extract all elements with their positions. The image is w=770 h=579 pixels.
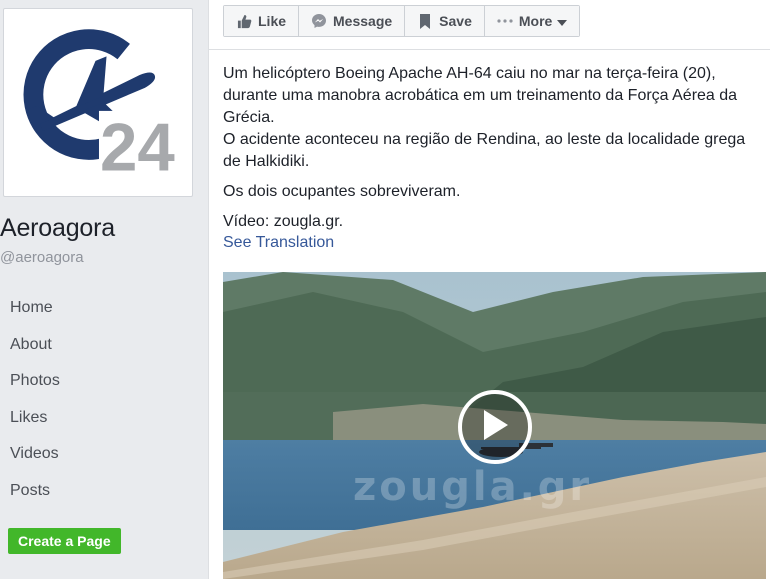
post-line: durante uma manobra acrobática em um tre… [223,87,738,104]
aeroagora-logo: 24 [7,12,189,193]
post-line: Grécia. [223,109,275,126]
ellipsis-icon [497,13,513,29]
more-button[interactable]: More [484,6,580,36]
play-icon [482,409,508,445]
page-nav: Home About Photos Likes Videos Posts [0,290,200,510]
nav-item-home[interactable]: Home [0,290,200,327]
play-button[interactable] [458,390,532,464]
more-label: More [518,13,553,29]
like-label: Like [258,13,287,29]
video-player[interactable]: zougla.gr [223,272,766,579]
post-paragraph-1: Um helicóptero Boeing Apache AH-64 caiu … [223,63,758,173]
post-paragraph-2: Os dois ocupantes sobreviveram. [223,183,461,200]
nav-item-likes[interactable]: Likes [0,400,200,437]
message-button[interactable]: Message [299,6,406,36]
see-translation-link[interactable]: See Translation [223,234,334,252]
post-line: O acidente aconteceu na região de Rendin… [223,131,746,148]
post-paragraph-3: Vídeo: zougla.gr. [223,213,344,230]
action-button-group: Like Message Save More [223,5,581,37]
svg-text:24: 24 [100,110,175,185]
post-text: Um helicóptero Boeing Apache AH-64 caiu … [223,63,758,233]
save-label: Save [439,13,472,29]
nav-item-photos[interactable]: Photos [0,363,200,400]
message-label: Message [333,13,393,29]
like-button[interactable]: Like [224,6,300,36]
page-name[interactable]: Aeroagora [0,214,115,243]
create-page-button[interactable]: Create a Page [8,528,121,554]
page-handle[interactable]: @aeroagora [0,249,84,266]
thumbs-up-icon [236,13,252,29]
nav-item-posts[interactable]: Posts [0,473,200,510]
nav-item-videos[interactable]: Videos [0,436,200,473]
profile-picture[interactable]: 24 [3,8,193,197]
save-button[interactable]: Save [405,6,485,36]
page-action-bar: Like Message Save More [209,0,770,50]
left-column: 24 Aeroagora @aeroagora Home About Photo… [0,0,200,579]
post-line: Um helicóptero Boeing Apache AH-64 caiu … [223,65,716,82]
caret-down-icon [557,13,568,29]
post-column: Like Message Save More Um helicóptero Bo… [209,0,770,579]
video-watermark: zougla.gr [353,464,593,510]
messenger-icon [311,13,327,29]
nav-item-about[interactable]: About [0,327,200,364]
post-line: de Halkidiki. [223,153,310,170]
post-body: Um helicóptero Boeing Apache AH-64 caiu … [223,63,758,252]
bookmark-icon [417,13,433,29]
